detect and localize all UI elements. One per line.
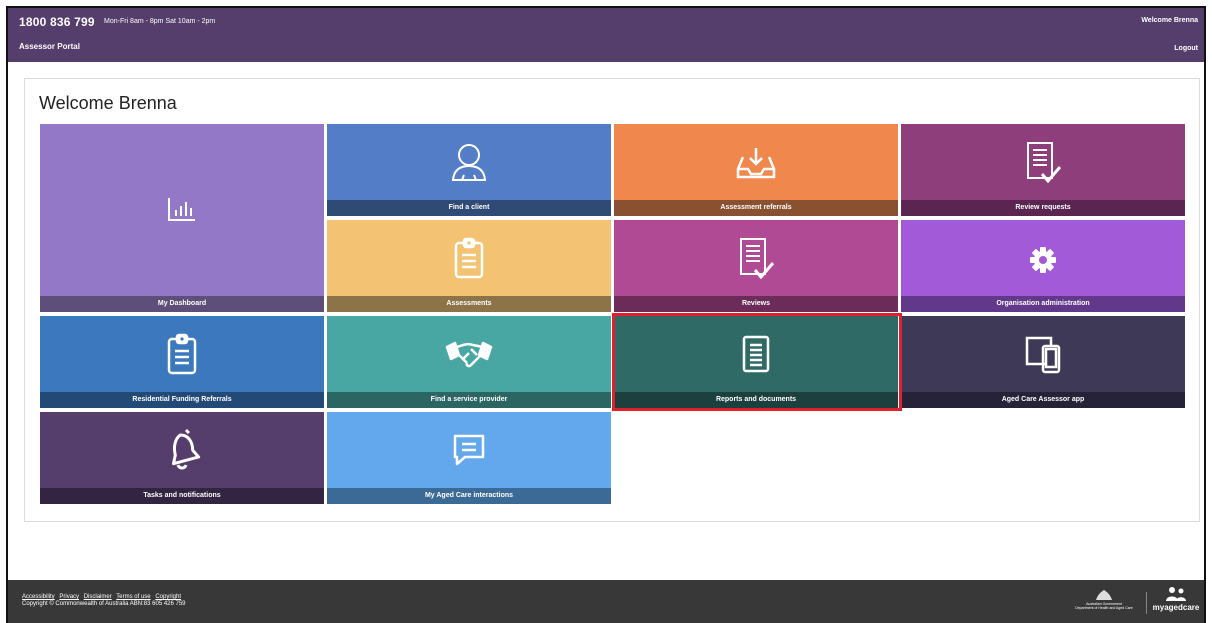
tile-reports-and-documents[interactable]: Reports and documents xyxy=(614,316,898,408)
phone-number[interactable]: 1800 836 799 xyxy=(19,15,95,29)
tile-assessments[interactable]: Assessments xyxy=(327,220,611,312)
handshake-icon xyxy=(327,334,611,374)
tile-label: Tasks and notifications xyxy=(40,488,324,504)
tile-label: Residential Funding Referrals xyxy=(40,392,324,408)
government-logo[interactable]: Australian Government Department of Heal… xyxy=(1064,588,1144,618)
tile-aged-care-assessor-app[interactable]: Aged Care Assessor app xyxy=(901,316,1185,408)
tile-tasks-and-notifications[interactable]: Tasks and notifications xyxy=(40,412,324,504)
devices-icon xyxy=(901,332,1185,376)
tile-find-a-service-provider[interactable]: Find a service provider xyxy=(327,316,611,408)
document-check-icon xyxy=(614,236,898,282)
logout-link[interactable]: Logout xyxy=(1174,45,1198,52)
dashboard-chart-icon xyxy=(40,194,324,224)
footer-links: Accessibility Privacy Disclaimer Terms o… xyxy=(22,594,184,600)
footer-divider xyxy=(1146,592,1147,614)
tile-my-aged-care-interactions[interactable]: My Aged Care interactions xyxy=(327,412,611,504)
footer-link-disclaimer[interactable]: Disclaimer xyxy=(84,594,112,600)
tile-organisation-administration[interactable]: Organisation administration xyxy=(901,220,1185,312)
welcome-user: Welcome Brenna xyxy=(1141,17,1198,24)
bell-icon xyxy=(40,426,324,472)
tile-label: Reports and documents xyxy=(614,392,898,408)
page-title: Welcome Brenna xyxy=(39,93,177,113)
footer: Accessibility Privacy Disclaimer Terms o… xyxy=(8,580,1204,623)
tile-label: Assessments xyxy=(327,296,611,312)
clipboard-icon xyxy=(327,236,611,280)
person-icon xyxy=(327,142,611,182)
gear-icon xyxy=(901,244,1185,276)
tile-label: Find a client xyxy=(327,200,611,216)
footer-link-terms[interactable]: Terms of use xyxy=(116,594,150,600)
clipboard-icon xyxy=(40,332,324,376)
tile-find-a-client[interactable]: Find a client xyxy=(327,124,611,216)
tile-label: My Dashboard xyxy=(40,296,324,312)
crest-icon xyxy=(1096,590,1112,600)
top-header: 1800 836 799 Mon-Fri 8am - 8pm Sat 10am … xyxy=(8,8,1204,62)
copyright-text: Copyright © Commonwealth of Australia AB… xyxy=(22,601,186,607)
opening-hours: Mon-Fri 8am - 8pm Sat 10am - 2pm xyxy=(104,18,216,25)
tile-label: Reviews xyxy=(614,296,898,312)
tile-label: Assessment referrals xyxy=(614,200,898,216)
document-check-icon xyxy=(901,140,1185,186)
tile-label: Review requests xyxy=(901,200,1185,216)
document-lines-icon xyxy=(614,332,898,376)
myagedcare-text: myagedcare xyxy=(1152,603,1200,612)
tile-label: My Aged Care interactions xyxy=(327,488,611,504)
chat-icon xyxy=(327,428,611,472)
tile-review-requests[interactable]: Review requests xyxy=(901,124,1185,216)
tile-assessment-referrals[interactable]: Assessment referrals xyxy=(614,124,898,216)
tile-label: Find a service provider xyxy=(327,392,611,408)
tile-label: Aged Care Assessor app xyxy=(901,392,1185,408)
myagedcare-logo[interactable]: myagedcare xyxy=(1151,586,1201,620)
people-icon xyxy=(1166,587,1186,601)
tile-residential-funding-referrals[interactable]: Residential Funding Referrals xyxy=(40,316,324,408)
footer-link-copyright[interactable]: Copyright xyxy=(155,594,181,600)
footer-link-accessibility[interactable]: Accessibility xyxy=(22,594,55,600)
tile-my-dashboard[interactable]: My Dashboard xyxy=(40,124,324,312)
inbox-download-icon xyxy=(614,142,898,182)
portal-title[interactable]: Assessor Portal xyxy=(19,42,80,51)
tile-label: Organisation administration xyxy=(901,296,1185,312)
tile-reviews[interactable]: Reviews xyxy=(614,220,898,312)
gov-department: Department of Health and Aged Care xyxy=(1075,606,1133,610)
footer-link-privacy[interactable]: Privacy xyxy=(59,594,79,600)
